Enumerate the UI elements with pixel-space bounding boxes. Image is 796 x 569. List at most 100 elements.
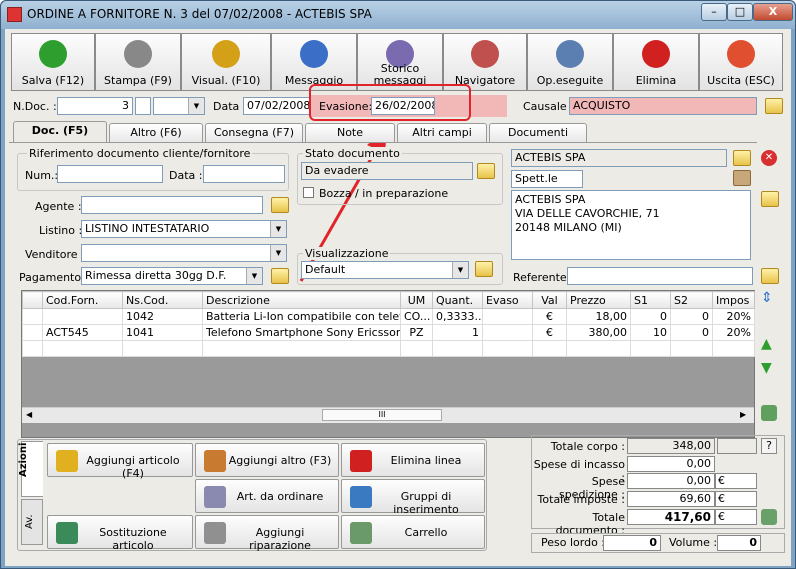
stato-field[interactable]: Da evadere bbox=[301, 162, 473, 180]
ndoc-series-select[interactable] bbox=[153, 97, 205, 115]
column-header[interactable]: UM bbox=[400, 291, 433, 309]
row-selector[interactable] bbox=[22, 308, 43, 325]
column-header[interactable]: S2 bbox=[670, 291, 713, 309]
contact-card-icon[interactable] bbox=[733, 170, 751, 186]
calculator-icon[interactable] bbox=[761, 509, 777, 525]
table-cell[interactable]: 20% bbox=[712, 324, 755, 341]
table-cell[interactable] bbox=[712, 340, 755, 357]
table-cell[interactable]: 10 bbox=[630, 324, 671, 341]
column-header[interactable]: Descrizione bbox=[202, 291, 401, 309]
table-cell[interactable]: Batteria Li-Ion compatibile con telefoni… bbox=[202, 308, 401, 325]
table-cell[interactable] bbox=[566, 340, 631, 357]
table-cell[interactable] bbox=[400, 340, 433, 357]
table-cell[interactable]: € bbox=[532, 308, 567, 325]
action-button-1[interactable]: Aggiungi articolo (F4) bbox=[47, 443, 193, 480]
table-cell[interactable]: 380,00 bbox=[566, 324, 631, 341]
column-header[interactable]: Prezzo bbox=[566, 291, 631, 309]
table-cell[interactable]: 0 bbox=[630, 308, 671, 325]
minimize-button[interactable]: – bbox=[701, 3, 727, 21]
supplier-folder-icon[interactable] bbox=[733, 150, 751, 166]
spese-spedizione-value[interactable]: 0,00 bbox=[627, 473, 715, 489]
table-cell[interactable] bbox=[432, 340, 483, 357]
toolbar-button-9[interactable]: Uscita (ESC) bbox=[699, 33, 783, 91]
table-cell[interactable] bbox=[122, 340, 203, 357]
toolbar-button-5[interactable]: Storico messaggi bbox=[357, 33, 443, 91]
venditore-select[interactable] bbox=[81, 244, 287, 262]
action-button-8[interactable]: Carrello bbox=[341, 515, 485, 549]
supplier-clear-icon[interactable]: ✕ bbox=[761, 150, 777, 166]
causale-input[interactable]: ACQUISTO bbox=[569, 97, 757, 115]
table-cell[interactable]: CO... bbox=[400, 308, 433, 325]
scroll-left-icon[interactable]: ◀ bbox=[26, 410, 32, 419]
table-cell[interactable] bbox=[22, 340, 43, 357]
scroll-thumb[interactable]: III bbox=[322, 409, 442, 421]
visual-select[interactable]: Default bbox=[301, 261, 469, 279]
table-cell[interactable] bbox=[42, 308, 123, 325]
action-button-7[interactable]: Aggiungi riparazione bbox=[195, 515, 339, 552]
table-cell[interactable] bbox=[202, 340, 401, 357]
table-row[interactable]: 1042 Batteria Li-Ion compatibile con tele… bbox=[22, 308, 755, 325]
table-row[interactable]: ACT545 1041 Telefono Smartphone Sony Erics… bbox=[22, 324, 755, 341]
column-header[interactable]: Evaso bbox=[482, 291, 533, 309]
help-button[interactable]: ? bbox=[761, 438, 777, 454]
action-button-6[interactable]: Sostituzione articolo bbox=[47, 515, 193, 552]
spese-incasso-value[interactable]: 0,00 bbox=[627, 456, 715, 472]
horizontal-scrollbar[interactable]: ◀ III ▶ bbox=[22, 407, 754, 423]
column-header[interactable]: Quant. bbox=[432, 291, 483, 309]
table-cell[interactable] bbox=[482, 308, 533, 325]
spett-field[interactable]: Spett.le bbox=[511, 170, 583, 188]
toolbar-button-6[interactable]: Navigatore bbox=[443, 33, 527, 91]
ndoc-suffix-input[interactable] bbox=[135, 97, 151, 115]
move-up-icon[interactable]: ▲ bbox=[761, 337, 777, 353]
action-button-3[interactable]: Elimina linea bbox=[341, 443, 485, 477]
maximize-button[interactable]: □ bbox=[727, 3, 753, 21]
supplier-name-field[interactable]: ACTEBIS SPA bbox=[511, 149, 727, 167]
toolbar-button-7[interactable]: Op.eseguite bbox=[527, 33, 613, 91]
toolbar-button-2[interactable]: Stampa (F9) bbox=[95, 33, 181, 91]
column-header[interactable]: Impos bbox=[712, 291, 755, 309]
toolbar-button-4[interactable]: Messaggio bbox=[271, 33, 357, 91]
table-row-empty[interactable] bbox=[22, 340, 755, 357]
data-input[interactable]: 07/02/2008 bbox=[243, 97, 311, 115]
table-cell[interactable] bbox=[630, 340, 671, 357]
toolbar-button-8[interactable]: Elimina bbox=[613, 33, 699, 91]
tab-2[interactable]: Altro (F6) bbox=[109, 123, 203, 142]
tab-5[interactable]: Altri campi bbox=[397, 123, 487, 142]
supplier-address-box[interactable]: ACTEBIS SPA VIA DELLE CAVORCHIE, 71 2014… bbox=[511, 190, 751, 260]
action-button-4[interactable]: Art. da ordinare bbox=[195, 479, 339, 513]
sort-updown-icon[interactable]: ⇕ bbox=[761, 291, 777, 307]
table-cell[interactable] bbox=[482, 340, 533, 357]
referente-input[interactable] bbox=[567, 267, 753, 285]
column-header[interactable]: Cod.Forn. bbox=[42, 291, 123, 309]
table-cell[interactable]: 1042 bbox=[122, 308, 203, 325]
row-selector[interactable] bbox=[22, 324, 43, 341]
referente-folder-icon[interactable] bbox=[761, 268, 779, 284]
column-header[interactable]: S1 bbox=[630, 291, 671, 309]
rif-data-input[interactable] bbox=[203, 165, 285, 183]
toolbar-button-1[interactable]: Salva (F12) bbox=[11, 33, 95, 91]
table-cell[interactable]: PZ bbox=[400, 324, 433, 341]
refresh-icon[interactable] bbox=[761, 405, 777, 421]
table-cell[interactable] bbox=[670, 340, 713, 357]
visual-folder-icon[interactable] bbox=[475, 261, 493, 277]
bozza-checkbox[interactable] bbox=[303, 187, 314, 198]
column-header[interactable]: Val bbox=[532, 291, 567, 309]
action-button-2[interactable]: Aggiungi altro (F3) bbox=[195, 443, 339, 477]
num-input[interactable] bbox=[57, 165, 163, 183]
tab-1[interactable]: Doc. (F5) bbox=[13, 121, 107, 143]
listino-select[interactable]: LISTINO INTESTATARIO bbox=[81, 220, 287, 238]
agente-input[interactable] bbox=[81, 196, 263, 214]
table-cell[interactable]: 20% bbox=[712, 308, 755, 325]
action-button-5[interactable]: Gruppi di inserimento bbox=[341, 479, 485, 516]
agente-folder-icon[interactable] bbox=[271, 197, 289, 213]
column-header[interactable]: Ns.Cod. bbox=[122, 291, 203, 309]
table-cell[interactable]: ACT545 bbox=[42, 324, 123, 341]
address-folder-icon[interactable] bbox=[761, 191, 779, 207]
causale-folder-icon[interactable] bbox=[765, 98, 783, 114]
pagamento-folder-icon[interactable] bbox=[271, 268, 289, 284]
stato-folder-icon[interactable] bbox=[477, 163, 495, 179]
tab-6[interactable]: Documenti bbox=[489, 123, 587, 142]
table-cell[interactable]: 0,3333... bbox=[432, 308, 483, 325]
table-cell[interactable]: 18,00 bbox=[566, 308, 631, 325]
table-cell[interactable]: 0 bbox=[670, 324, 713, 341]
